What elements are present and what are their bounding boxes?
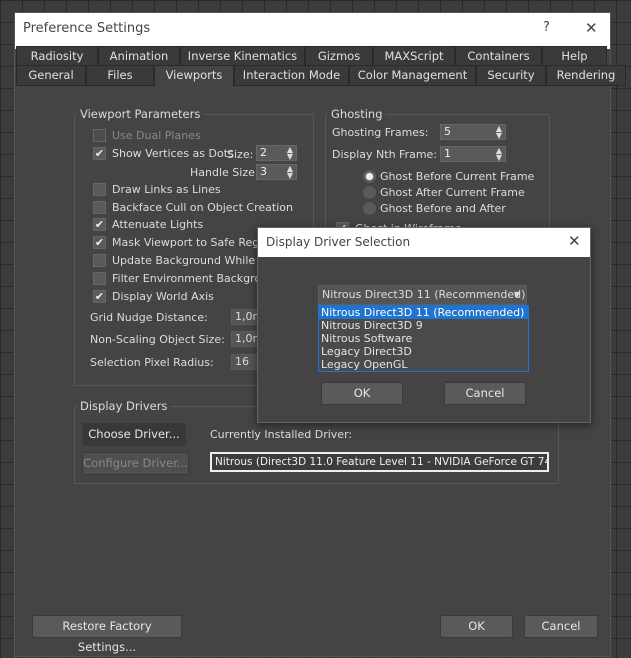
value: 3: [260, 165, 267, 178]
display-world-axis-checkbox[interactable]: ✔ Display World Axis: [93, 290, 214, 303]
nth-frame-spinner[interactable]: 1 ▲ ▼: [440, 146, 506, 162]
tab-security[interactable]: Security: [476, 65, 546, 86]
ghosting-frames-spinner[interactable]: 5 ▲ ▼: [440, 124, 506, 140]
help-button[interactable]: ?: [543, 20, 550, 35]
restore-factory-settings-button[interactable]: Restore Factory Settings...: [32, 615, 182, 654]
title-bar: Preference Settings ? ✕: [15, 13, 610, 49]
tab-color-management[interactable]: Color Management: [349, 65, 476, 86]
value: 5: [444, 125, 451, 138]
driver-option[interactable]: Nitrous Software: [319, 332, 528, 345]
handle-size-label: Handle Size:: [190, 166, 259, 179]
tab-viewports[interactable]: Viewports: [154, 65, 234, 87]
checkbox-box: [93, 129, 106, 142]
label: Draw Links as Lines: [112, 183, 221, 196]
driver-option[interactable]: Legacy Direct3D: [319, 345, 528, 358]
tab-maxscript[interactable]: MAXScript: [373, 46, 455, 67]
installed-driver-field[interactable]: Nitrous (Direct3D 11.0 Feature Level 11 …: [210, 452, 549, 472]
cancel-button[interactable]: Cancel: [524, 615, 598, 638]
radio-icon: [363, 170, 376, 183]
grid-nudge-label: Grid Nudge Distance:: [90, 311, 208, 324]
tab-rendering[interactable]: Rendering: [546, 65, 626, 86]
checkbox-box: ✔: [93, 218, 106, 231]
configure-driver-button[interactable]: Configure Driver...: [82, 452, 189, 475]
draw-links-checkbox[interactable]: Draw Links as Lines: [93, 183, 221, 196]
label: Backface Cull on Object Creation: [112, 201, 293, 214]
ok-button[interactable]: OK: [440, 615, 513, 638]
driver-dropdown[interactable]: Nitrous Direct3D 11 (Recommended) ▼: [318, 285, 527, 305]
dialog-title: Display Driver Selection: [266, 235, 411, 249]
mask-viewport-checkbox[interactable]: ✔ Mask Viewport to Safe Region: [93, 236, 276, 249]
close-button[interactable]: ✕: [568, 232, 581, 250]
checkbox-box: ✔: [93, 290, 106, 303]
nth-frame-label: Display Nth Frame:: [332, 148, 438, 161]
checkbox-box: [93, 183, 106, 196]
selected-value: Nitrous Direct3D 11 (Recommended): [322, 288, 526, 301]
size-spinner[interactable]: 2 ▲ ▼: [256, 145, 297, 161]
ghost-radio-option[interactable]: Ghost After Current Frame: [363, 186, 525, 199]
tab-radiosity[interactable]: Radiosity: [16, 46, 98, 67]
driver-ok-button[interactable]: OK: [321, 382, 403, 405]
ghost-radio-option[interactable]: Ghost Before and After: [363, 202, 506, 215]
display-driver-selection-dialog: Display Driver Selection ✕ Nitrous Direc…: [257, 227, 591, 423]
checkbox-box: ✔: [93, 236, 106, 249]
spinner-arrows-icon[interactable]: ▲ ▼: [496, 125, 502, 140]
label: Show Vertices as Dots: [112, 147, 234, 160]
update-background-checkbox[interactable]: Update Background While Playi: [93, 254, 285, 267]
tab-help[interactable]: Help: [542, 46, 607, 67]
group-title: Viewport Parameters: [77, 107, 204, 121]
driver-option[interactable]: Nitrous Direct3D 11 (Recommended): [319, 306, 528, 319]
chevron-down-icon: ▼: [513, 290, 520, 299]
label: Attenuate Lights: [112, 218, 204, 231]
non-scaling-label: Non-Scaling Object Size:: [90, 333, 225, 346]
value: 2: [260, 146, 267, 159]
group-title: Display Drivers: [77, 399, 171, 413]
tab-inverse-kinematics[interactable]: Inverse Kinematics: [180, 46, 305, 67]
close-button[interactable]: ✕: [585, 19, 598, 37]
label: Ghost After Current Frame: [380, 186, 525, 199]
driver-options-list[interactable]: Nitrous Direct3D 11 (Recommended) Nitrous…: [318, 305, 529, 372]
value: 1: [444, 147, 451, 160]
ghost-radio-option[interactable]: Ghost Before Current Frame: [363, 170, 534, 183]
pixel-radius-label: Selection Pixel Radius:: [90, 356, 214, 369]
driver-cancel-button[interactable]: Cancel: [444, 382, 526, 405]
tab-gizmos[interactable]: Gizmos: [305, 46, 373, 67]
label: Mask Viewport to Safe Region: [112, 236, 277, 249]
label: Display World Axis: [112, 290, 214, 303]
ghosting-group: Ghosting Ghosting Frames: 5 ▲ ▼ Display Nt…: [325, 107, 550, 244]
tab-files[interactable]: Files: [86, 65, 154, 86]
spinner-arrows-icon[interactable]: ▲ ▼: [496, 147, 502, 162]
handle-size-spinner[interactable]: 3 ▲ ▼: [256, 164, 297, 180]
choose-driver-button[interactable]: Choose Driver...: [82, 423, 186, 446]
use-dual-planes-checkbox[interactable]: Use Dual Planes: [93, 129, 201, 142]
tab-animation[interactable]: Animation: [98, 46, 180, 67]
checkbox-box: [93, 201, 106, 214]
attenuate-lights-checkbox[interactable]: ✔ Attenuate Lights: [93, 218, 203, 231]
group-title: Ghosting: [328, 107, 386, 121]
show-vertices-checkbox[interactable]: ✔ Show Vertices as Dots: [93, 147, 234, 160]
ghosting-frames-label: Ghosting Frames:: [332, 126, 429, 139]
radio-icon: [363, 186, 376, 199]
driver-option[interactable]: Legacy OpenGL: [319, 358, 528, 371]
checkbox-box: [93, 272, 106, 285]
label: Ghost Before Current Frame: [380, 170, 535, 183]
label: Use Dual Planes: [112, 129, 201, 142]
window-title: Preference Settings: [23, 21, 151, 36]
title-bar: Display Driver Selection ✕: [258, 228, 590, 257]
size-label: Size:: [227, 148, 254, 161]
checkbox-box: [93, 254, 106, 267]
label: Ghost Before and After: [380, 202, 506, 215]
tab-containers[interactable]: Containers: [455, 46, 542, 67]
installed-driver-label: Currently Installed Driver:: [210, 428, 353, 441]
tab-interaction-mode[interactable]: Interaction Mode: [234, 65, 349, 86]
backface-cull-checkbox[interactable]: Backface Cull on Object Creation: [93, 201, 293, 214]
tab-general[interactable]: General: [16, 65, 86, 86]
radio-icon: [363, 202, 376, 215]
driver-option[interactable]: Nitrous Direct3D 9: [319, 319, 528, 332]
spinner-arrows-icon[interactable]: ▲ ▼: [287, 146, 293, 161]
spinner-arrows-icon[interactable]: ▲ ▼: [287, 165, 293, 180]
checkbox-box: ✔: [93, 147, 106, 160]
